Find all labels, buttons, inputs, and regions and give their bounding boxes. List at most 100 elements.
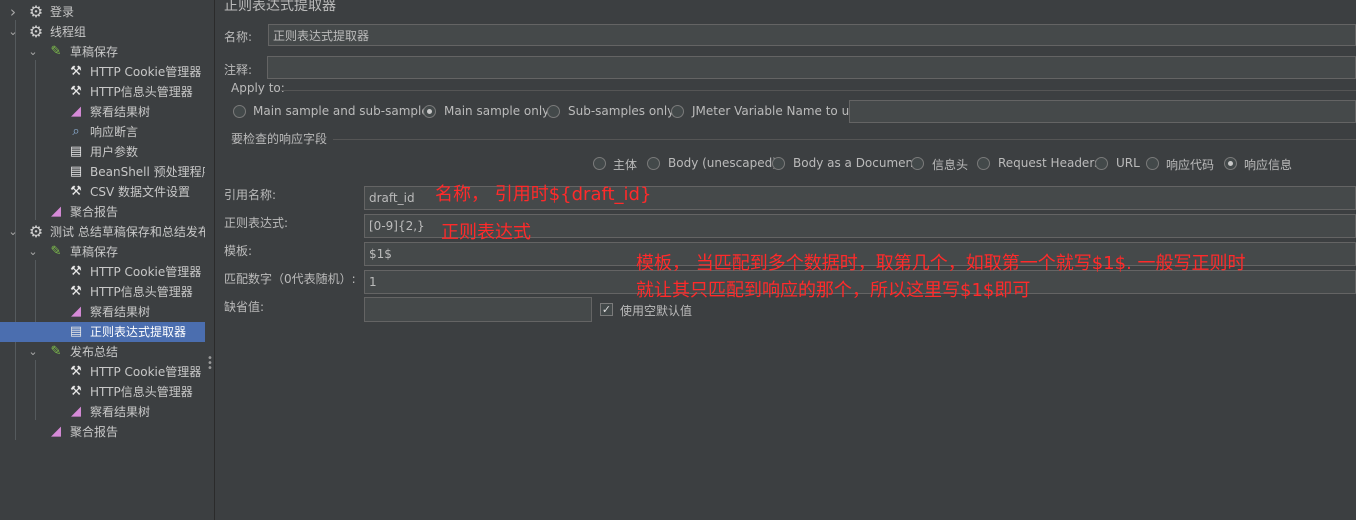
chevron-down-icon[interactable]: ⌄ <box>8 222 18 242</box>
chevron-down-icon[interactable]: ⌄ <box>8 22 18 42</box>
use-empty-default-label[interactable]: 使用空默认值 <box>620 302 692 319</box>
chevron-down-icon[interactable]: ⌄ <box>28 242 38 262</box>
check-body-document-radio[interactable] <box>772 157 785 170</box>
tree-node-label: 线程组 <box>50 25 87 39</box>
check-headers-label[interactable]: 信息头 <box>932 156 968 173</box>
pencil-icon: ✎ <box>50 344 62 359</box>
gear-icon: ⚙ <box>28 2 44 21</box>
tree-node[interactable]: ▤ 正则表达式提取器 <box>0 322 205 342</box>
tree-node[interactable]: ⚒ HTTP Cookie管理器 <box>0 62 205 82</box>
default-value-field[interactable] <box>364 297 592 322</box>
tree-node-label: 响应断言 <box>90 125 139 139</box>
check-response-message-radio[interactable] <box>1224 157 1237 170</box>
check-body-radio[interactable] <box>593 157 606 170</box>
tree-node-label: HTTP信息头管理器 <box>90 285 193 299</box>
tree-node[interactable]: ⌄ ⚙ 线程组 <box>0 22 205 42</box>
comment-field[interactable] <box>267 56 1356 79</box>
field-to-check-separator <box>333 139 1356 140</box>
check-body-unescaped-label[interactable]: Body (unescaped) <box>668 156 777 170</box>
ref-name-label: 引用名称: <box>224 188 277 202</box>
name-field[interactable]: 正则表达式提取器 <box>268 24 1356 46</box>
check-body-unescaped-radio[interactable] <box>647 157 660 170</box>
tree-node-label: 察看结果树 <box>90 405 151 419</box>
panel-splitter[interactable]: • • • <box>205 0 215 520</box>
check-headers-radio[interactable] <box>911 157 924 170</box>
tree-node-label: 草稿保存 <box>70 245 119 259</box>
check-response-message-label[interactable]: 响应信息 <box>1244 156 1292 173</box>
test-plan-tree[interactable]: › ⚙ 登录 ⌄ ⚙ 线程组 ⌄ ✎ 草稿保存 ⚒ HTTP Cookie管理器 ⚒ HTTP信息头管理… <box>0 0 205 520</box>
apply-variable-radio[interactable] <box>671 105 684 118</box>
tree-node[interactable]: ⌄ ✎ 发布总结 <box>0 342 205 362</box>
tools-icon: ⚒ <box>70 64 82 79</box>
chart-icon: ◢ <box>71 104 81 119</box>
tree-node[interactable]: ⚒ CSV 数据文件设置 <box>0 182 205 202</box>
tree-node-label: 发布总结 <box>70 345 119 359</box>
tree-node[interactable]: ⌕ 响应断言 <box>0 122 205 142</box>
tree-node[interactable]: ▤ 用户参数 <box>0 142 205 162</box>
gear-icon: ⚙ <box>28 22 44 41</box>
document-icon: ▤ <box>69 164 83 179</box>
tree-node[interactable]: ⚒ HTTP信息头管理器 <box>0 82 205 102</box>
apply-variable-label[interactable]: JMeter Variable Name to use <box>692 104 863 118</box>
template-label: 模板: <box>224 244 253 258</box>
check-request-headers-label[interactable]: Request Headers <box>998 156 1101 170</box>
apply-main-and-sub-radio[interactable] <box>233 105 246 118</box>
tree-node[interactable]: ◢ 察看结果树 <box>0 402 205 422</box>
jmeter-variable-field[interactable] <box>849 100 1356 123</box>
check-request-headers-radio[interactable] <box>977 157 990 170</box>
tree-node[interactable]: ⌄ ✎ 草稿保存 <box>0 42 205 62</box>
tree-node-label: 正则表达式提取器 <box>90 325 187 339</box>
tools-icon: ⚒ <box>70 264 82 279</box>
tree-node[interactable]: ◢ 聚合报告 <box>0 202 205 222</box>
field-to-check-label: 要检查的响应字段 <box>231 132 328 146</box>
annotation-ref-name: 名称， 引用时${draft_id} <box>435 184 652 205</box>
check-body-label[interactable]: 主体 <box>613 156 637 173</box>
chart-icon: ◢ <box>71 304 81 319</box>
tree-node[interactable]: ◢ 察看结果树 <box>0 102 205 122</box>
check-response-code-label[interactable]: 响应代码 <box>1166 156 1214 173</box>
tree-node[interactable]: ◢ 察看结果树 <box>0 302 205 322</box>
tree-node[interactable]: ⚒ HTTP信息头管理器 <box>0 282 205 302</box>
tree-node[interactable]: ⌄ ⚙ 测试 总结草稿保存和总结发布 <box>0 222 205 242</box>
pencil-icon: ✎ <box>50 244 62 259</box>
chart-icon: ◢ <box>51 204 61 219</box>
check-url-label[interactable]: URL <box>1116 156 1140 170</box>
tree-node-label: 测试 总结草稿保存和总结发布 <box>50 225 205 239</box>
tree-node[interactable]: ▤ BeanShell 预处理程序 <box>0 162 205 182</box>
chevron-down-icon[interactable]: ⌄ <box>28 342 38 362</box>
tree-node-label: 登录 <box>50 5 75 19</box>
apply-main-and-sub-label[interactable]: Main sample and sub-samples <box>253 104 435 118</box>
tree-node-label: 聚合报告 <box>70 205 119 219</box>
chevron-down-icon[interactable]: ⌄ <box>28 42 38 62</box>
check-body-document-label[interactable]: Body as a Document <box>793 156 918 170</box>
tree-node[interactable]: ⚒ HTTP Cookie管理器 <box>0 362 205 382</box>
apply-to-label: Apply to: <box>231 81 285 95</box>
check-url-radio[interactable] <box>1095 157 1108 170</box>
chevron-right-icon[interactable]: › <box>8 2 18 22</box>
tree-node[interactable]: ⚒ HTTP Cookie管理器 <box>0 262 205 282</box>
match-no-label: 匹配数字（0代表随机）: <box>224 272 356 286</box>
tools-icon: ⚒ <box>70 384 82 399</box>
tree-node[interactable]: › ⚙ 登录 <box>0 2 205 22</box>
pencil-icon: ✎ <box>50 44 62 59</box>
apply-main-only-radio[interactable] <box>423 105 436 118</box>
tree-node[interactable]: ⚒ HTTP信息头管理器 <box>0 382 205 402</box>
tree-node-label: HTTP Cookie管理器 <box>90 65 202 79</box>
tree-node-label: HTTP Cookie管理器 <box>90 365 202 379</box>
tools-icon: ⚒ <box>70 184 82 199</box>
tree-node-label: CSV 数据文件设置 <box>90 185 191 199</box>
tree-node-label: 聚合报告 <box>70 425 119 439</box>
annotation-template-line1: 模板， 当匹配到多个数据时，取第几个，如取第一个就写$1$. 一般写正则时 <box>636 253 1246 274</box>
use-empty-default-checkbox[interactable]: ✓ <box>600 303 613 316</box>
tree-node[interactable]: ⌄ ✎ 草稿保存 <box>0 242 205 262</box>
chart-icon: ◢ <box>71 404 81 419</box>
apply-main-only-label[interactable]: Main sample only <box>444 104 549 118</box>
apply-sub-only-label[interactable]: Sub-samples only <box>568 104 674 118</box>
tree-node[interactable]: ◢ 聚合报告 <box>0 422 205 442</box>
tools-icon: ⚒ <box>70 284 82 299</box>
splitter-grip-icon[interactable]: • • • <box>207 354 213 374</box>
tree-node-label: HTTP Cookie管理器 <box>90 265 202 279</box>
apply-sub-only-radio[interactable] <box>547 105 560 118</box>
panel-title: 正则表达式提取器 <box>224 0 336 14</box>
check-response-code-radio[interactable] <box>1146 157 1159 170</box>
